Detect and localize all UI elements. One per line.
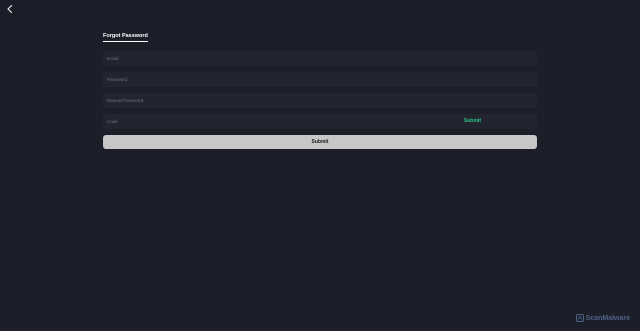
email-field[interactable] bbox=[103, 51, 537, 66]
code-field-container: Submit bbox=[103, 114, 537, 129]
back-button[interactable] bbox=[4, 3, 16, 15]
scanmalware-logo-icon bbox=[575, 314, 584, 322]
repeat-password-field[interactable] bbox=[103, 93, 537, 108]
watermark: ScanMalware bbox=[575, 314, 630, 322]
forgot-password-page: Forgot Password Submit Submit ScanMalwar… bbox=[0, 0, 640, 331]
page-title: Forgot Password bbox=[103, 33, 148, 42]
send-code-button[interactable]: Submit bbox=[464, 114, 481, 129]
repeat-password-field-container bbox=[103, 93, 537, 108]
submit-button[interactable]: Submit bbox=[103, 135, 537, 149]
password-field[interactable] bbox=[103, 72, 537, 87]
chevron-left-icon bbox=[7, 4, 13, 14]
watermark-text: ScanMalware bbox=[585, 314, 630, 322]
password-field-container bbox=[103, 72, 537, 87]
forgot-password-form: Forgot Password Submit Submit bbox=[103, 24, 537, 149]
email-field-container bbox=[103, 51, 537, 66]
